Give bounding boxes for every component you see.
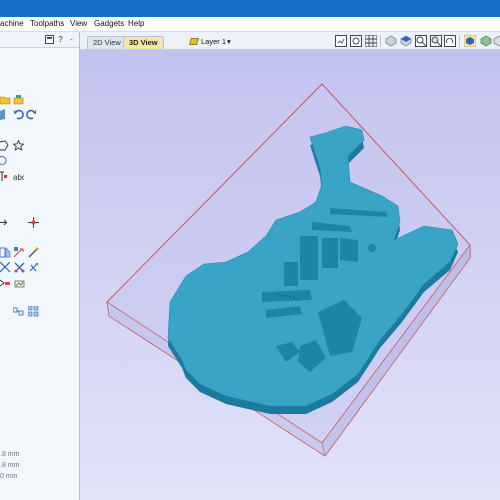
open-file-icon[interactable] xyxy=(13,94,24,105)
tab-2d-view[interactable]: 2D View xyxy=(87,36,127,49)
zoom-in-icon[interactable] xyxy=(415,35,427,47)
polygon-icon[interactable] xyxy=(0,140,11,151)
spiral-icon[interactable] xyxy=(0,155,11,166)
save-icon[interactable] xyxy=(0,109,11,120)
align-icon[interactable] xyxy=(14,247,25,258)
open-folder-icon[interactable] xyxy=(0,94,11,105)
coord-z-readout: 0 mm xyxy=(0,473,18,480)
panel-help-button[interactable]: ? xyxy=(56,35,65,44)
save-view-icon[interactable] xyxy=(335,35,347,47)
layer-label: Layer 1 xyxy=(201,37,227,46)
scale-icon[interactable] xyxy=(28,217,39,228)
menu-machine[interactable]: achine xyxy=(0,19,24,28)
iso-view-icon[interactable] xyxy=(385,35,397,47)
toolbar-separator xyxy=(380,35,381,47)
material-icon[interactable] xyxy=(493,35,500,47)
panel-dock-icon[interactable] xyxy=(45,35,54,44)
window-titlebar xyxy=(0,0,500,17)
array-copy-icon[interactable] xyxy=(28,306,39,317)
zoom-extents-icon[interactable] xyxy=(350,35,362,47)
3d-scene xyxy=(106,83,471,457)
grid-icon[interactable] xyxy=(365,35,377,47)
offset-icon[interactable] xyxy=(14,262,25,273)
panel-header: ? - xyxy=(0,32,79,48)
3d-viewport[interactable] xyxy=(80,50,500,500)
text-icon[interactable]: abc xyxy=(13,171,24,182)
menu-help[interactable]: Help xyxy=(128,19,144,28)
coord-x-readout: .8 mm xyxy=(0,451,20,458)
star-icon[interactable] xyxy=(13,140,24,151)
tab-3d-view[interactable]: 3D View xyxy=(123,36,164,49)
redo-icon[interactable] xyxy=(26,109,37,120)
toolpath-icon[interactable] xyxy=(14,278,25,289)
weld-icon[interactable] xyxy=(28,247,39,258)
top-view-icon[interactable] xyxy=(400,35,412,47)
layer-dropdown-arrow: ▾ xyxy=(227,37,231,46)
trim-icon[interactable] xyxy=(0,262,11,273)
svg-text:abc: abc xyxy=(13,173,24,182)
menu-toolpaths[interactable]: Toolpaths xyxy=(30,19,64,28)
layer-icon xyxy=(189,38,199,45)
fillet-icon[interactable] xyxy=(28,262,39,273)
coord-y-readout: .8 mm xyxy=(0,462,20,469)
shading-icon[interactable] xyxy=(464,35,476,47)
menu-view[interactable]: View xyxy=(70,19,87,28)
bitmap-icon[interactable] xyxy=(0,278,11,289)
zoom-out-icon[interactable] xyxy=(430,35,442,47)
layer-selector[interactable]: Layer 1▾ xyxy=(189,36,231,48)
toolbar-separator xyxy=(459,35,460,47)
rotate-icon[interactable] xyxy=(444,35,456,47)
render-icon[interactable] xyxy=(480,35,492,47)
view-toolbar: 2D View 3D View Layer 1▾ xyxy=(80,32,500,50)
vector-texture-icon[interactable] xyxy=(13,306,24,317)
panel-pin-button[interactable]: - xyxy=(67,35,76,44)
move-icon[interactable] xyxy=(0,217,11,228)
menu-gadgets[interactable]: Gadgets xyxy=(94,19,124,28)
node-edit-icon[interactable] xyxy=(0,171,11,182)
mirror-icon[interactable] xyxy=(0,247,11,258)
panel-body: abc .8 mm .8 mm 0 mm xyxy=(0,48,79,500)
menu-bar: achine Toolpaths View Gadgets Help xyxy=(0,17,500,32)
undo-icon[interactable] xyxy=(13,109,24,120)
drawing-panel: ? - abc .8 mm .8 m xyxy=(0,32,80,500)
